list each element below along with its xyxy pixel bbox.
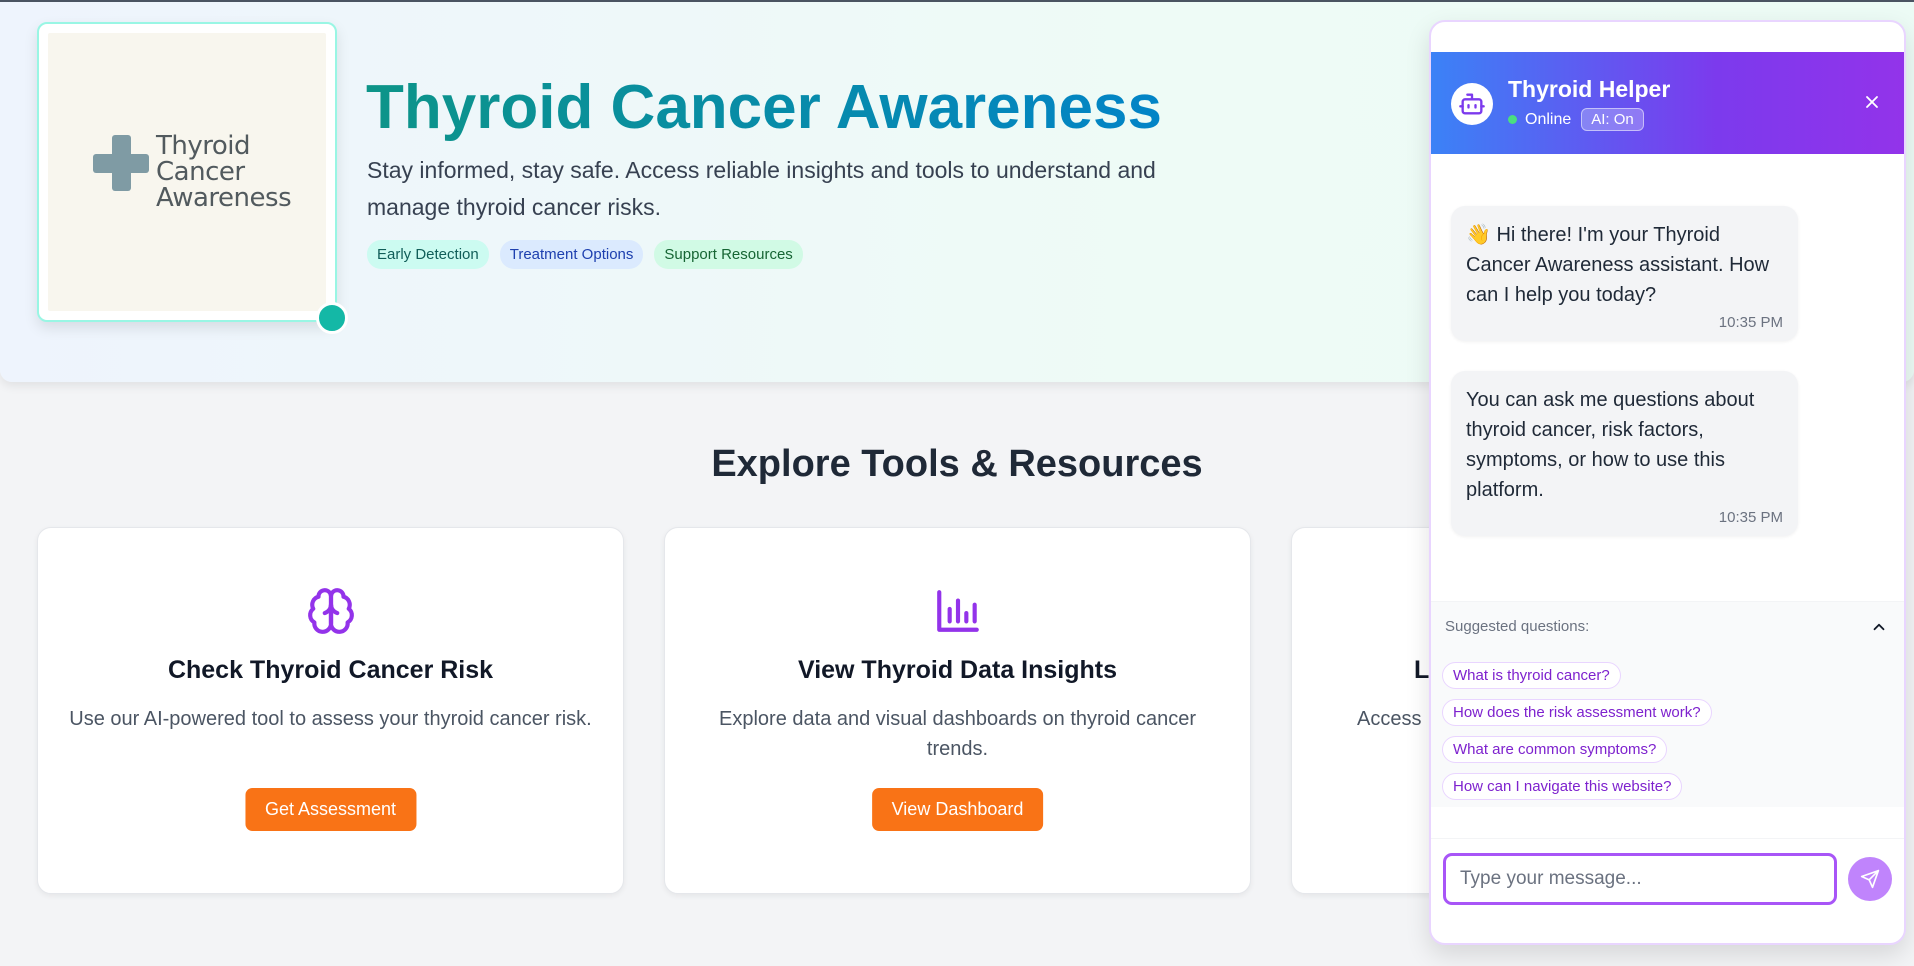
card-description: Explore data and visual dashboards on th… xyxy=(719,708,1196,760)
send-icon xyxy=(1860,869,1880,889)
logo-line: Awareness xyxy=(156,183,292,213)
hero-subtitle: Stay informed, stay safe. Access reliabl… xyxy=(367,157,1156,220)
close-icon[interactable] xyxy=(1862,92,1882,112)
suggested-label: Suggested questions: xyxy=(1445,618,1590,635)
chevron-up-icon[interactable] xyxy=(1870,618,1888,636)
suggestion-chip[interactable]: How does the risk assessment work? xyxy=(1442,699,1712,726)
logo-card: Thyroid Cancer Awareness xyxy=(37,22,337,322)
brain-icon xyxy=(307,588,354,634)
view-dashboard-button[interactable]: View Dashboard xyxy=(871,788,1044,831)
chat-status: Online AI: On xyxy=(1508,108,1644,131)
tag-support-resources: Support Resources xyxy=(654,240,803,269)
message-text: You can ask me questions about thyroid c… xyxy=(1466,389,1755,501)
page-title: Thyroid Cancer Awareness xyxy=(366,73,1162,142)
card-title: Check Thyroid Cancer Risk xyxy=(167,656,494,684)
chat-title: Thyroid Helper xyxy=(1508,76,1671,102)
status-dot xyxy=(316,302,348,334)
message-time: 10:35 PM xyxy=(1718,509,1783,526)
chat-widget: Thyroid Helper Online AI: On 👋 Hi there!… xyxy=(1429,20,1906,945)
card-risk-assessment: Check Thyroid Cancer Risk Use our AI-pow… xyxy=(37,527,624,894)
ai-toggle-badge[interactable]: AI: On xyxy=(1581,108,1644,131)
online-indicator xyxy=(1508,115,1517,124)
card-title: View Thyroid Data Insights xyxy=(797,656,1118,684)
tag-treatment-options: Treatment Options xyxy=(499,240,644,269)
message-time: 10:35 PM xyxy=(1718,314,1783,331)
send-button[interactable] xyxy=(1848,857,1892,901)
get-assessment-button[interactable]: Get Assessment xyxy=(244,788,417,831)
card-description: Use our AI-powered tool to assess your t… xyxy=(69,708,592,730)
logo-text: Thyroid Cancer Awareness xyxy=(156,131,292,213)
suggested-questions-panel: Suggested questions: What is thyroid can… xyxy=(1431,601,1904,807)
bot-message: 👋 Hi there! I'm your Thyroid Cancer Awar… xyxy=(1451,206,1798,341)
suggestion-chip[interactable]: What is thyroid cancer? xyxy=(1442,662,1621,689)
chat-header: Thyroid Helper Online AI: On xyxy=(1431,52,1904,154)
suggestion-list: What is thyroid cancer? How does the ris… xyxy=(1442,662,1712,800)
chat-input-area xyxy=(1431,838,1904,918)
card-data-insights: View Thyroid Data Insights Explore data … xyxy=(664,527,1251,894)
suggestion-chip[interactable]: What are common symptoms? xyxy=(1442,736,1668,763)
message-text: 👋 Hi there! I'm your Thyroid Cancer Awar… xyxy=(1466,224,1770,306)
tag-early-detection: Early Detection xyxy=(367,240,489,269)
bot-icon xyxy=(1459,93,1485,115)
suggestion-chip[interactable]: How can I navigate this website? xyxy=(1442,773,1683,800)
bot-avatar xyxy=(1451,83,1493,125)
bot-message: You can ask me questions about thyroid c… xyxy=(1451,371,1798,536)
tag-list: Early Detection Treatment Options Suppor… xyxy=(367,240,803,269)
online-label: Online xyxy=(1525,110,1572,128)
chat-message-input[interactable] xyxy=(1443,853,1837,905)
logo-line: Cancer xyxy=(156,157,245,187)
logo-line: Thyroid xyxy=(156,131,251,161)
bar-chart-icon xyxy=(936,590,979,632)
logo-image: Thyroid Cancer Awareness xyxy=(48,33,326,311)
medical-cross-icon xyxy=(93,135,149,191)
